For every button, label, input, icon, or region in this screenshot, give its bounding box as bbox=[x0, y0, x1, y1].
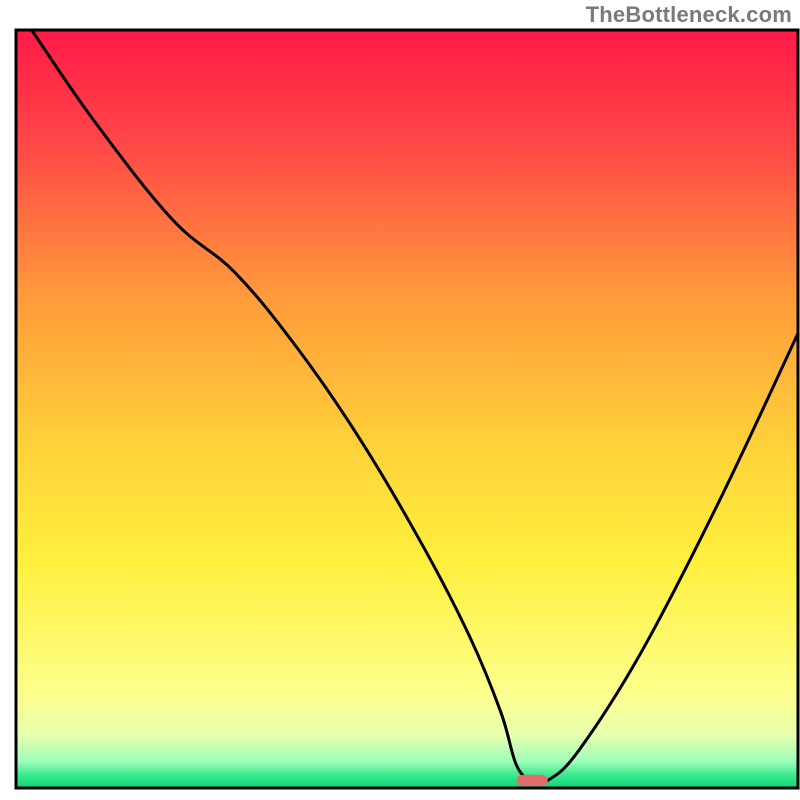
minimum-marker bbox=[516, 775, 547, 786]
bottleneck-chart bbox=[0, 0, 800, 800]
plot-background bbox=[16, 30, 798, 788]
watermark-text: TheBottleneck.com bbox=[586, 2, 792, 28]
chart-frame: TheBottleneck.com bbox=[0, 0, 800, 800]
